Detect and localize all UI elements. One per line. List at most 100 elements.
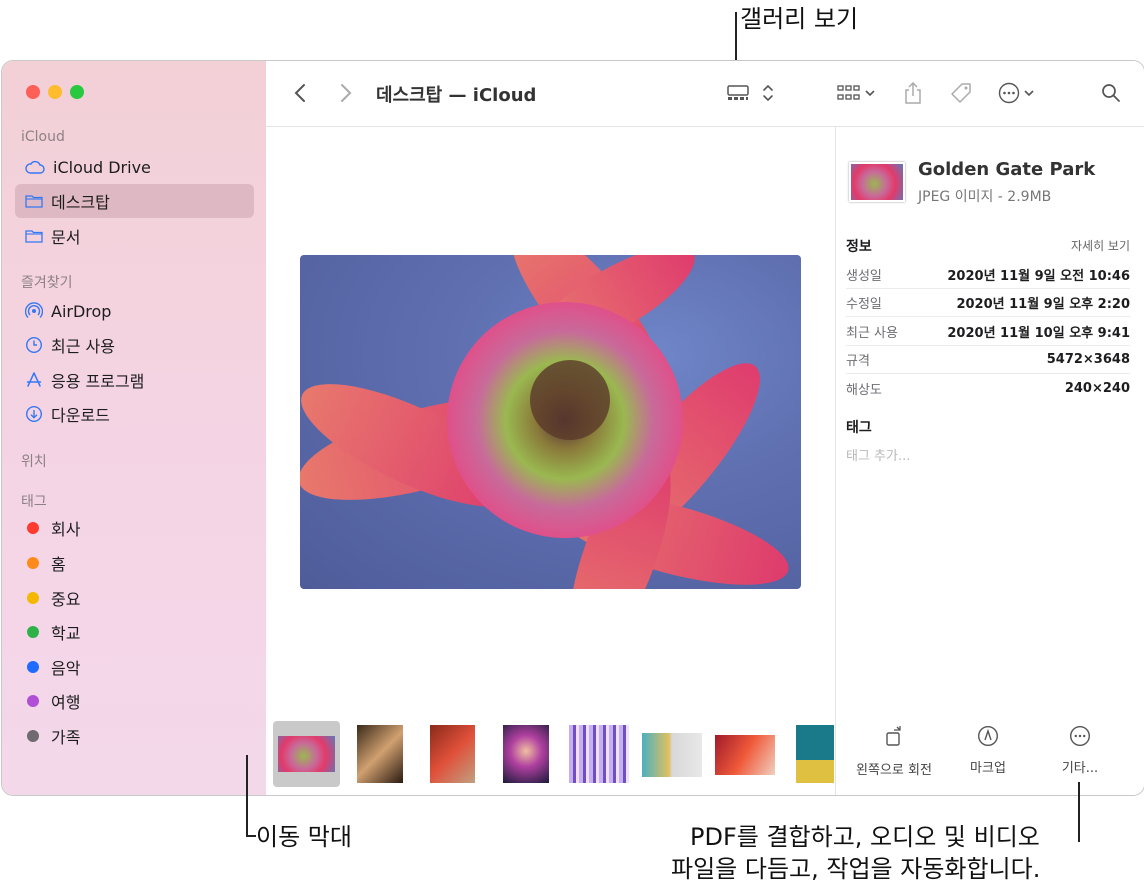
callout-more-line1: PDF를 결합하고, 오디오 및 비디오	[690, 823, 1040, 851]
view-mode-button[interactable]	[724, 79, 776, 107]
info-value: 2020년 11월 10일 오후 9:41	[947, 325, 1130, 341]
traffic-lights	[26, 85, 84, 99]
folder-icon	[25, 195, 43, 208]
sidebar: iCloud iCloud Drive 데스크탑 문서 즐겨찾기 AirDrop…	[2, 61, 266, 795]
chevron-right-icon	[341, 84, 352, 102]
share-button[interactable]	[898, 79, 928, 107]
search-button[interactable]	[1096, 79, 1126, 107]
ellipsis-circle-icon	[1069, 725, 1091, 747]
flower-image	[300, 255, 789, 589]
close-button[interactable]	[26, 85, 40, 99]
info-value: 2020년 11월 9일 오후 2:20	[956, 296, 1130, 312]
info-key: 생성일	[846, 268, 882, 284]
add-tag-field[interactable]: 태그 추가...	[846, 445, 910, 464]
sidebar-tag-music[interactable]: 음악	[15, 650, 254, 684]
info-row-last-opened: 최근 사용 2020년 11월 10일 오후 9:41	[846, 317, 1130, 346]
thumbnail[interactable]	[430, 725, 475, 783]
sidebar-tag-important[interactable]: 중요	[15, 581, 254, 615]
grid-icon	[837, 85, 860, 100]
file-name: Golden Gate Park	[918, 159, 1096, 180]
ellipsis-circle-icon	[998, 82, 1020, 104]
sidebar-heading-favorites: 즐겨찾기	[21, 275, 73, 291]
sidebar-item-airdrop[interactable]: AirDrop	[15, 294, 254, 328]
info-value: 2020년 11월 9일 오전 10:46	[947, 268, 1130, 284]
chevron-down-icon	[865, 90, 875, 97]
preview-image[interactable]	[300, 255, 801, 589]
finder-window: iCloud iCloud Drive 데스크탑 문서 즐겨찾기 AirDrop…	[1, 60, 1144, 796]
info-heading: 정보	[846, 239, 872, 255]
action-menu-button[interactable]	[994, 79, 1038, 107]
tag-color-dot	[27, 626, 39, 638]
info-row-created: 생성일 2020년 11월 9일 오전 10:46	[846, 260, 1130, 289]
thumbnail[interactable]	[569, 725, 629, 783]
gallery-view-icon	[727, 85, 749, 100]
chevron-down-icon	[1024, 90, 1034, 97]
sidebar-item-label: AirDrop	[51, 301, 112, 321]
chevron-updown-icon	[763, 84, 773, 102]
group-button[interactable]	[834, 79, 878, 107]
more-actions-button[interactable]: 기타...	[1025, 725, 1135, 776]
info-key: 해상도	[846, 382, 882, 398]
rotate-left-icon	[886, 726, 901, 746]
callout-gallery-view: 갤러리 보기	[740, 5, 859, 33]
info-row-modified: 수정일 2020년 11월 9일 오후 2:20	[846, 288, 1130, 317]
apps-icon	[26, 372, 42, 387]
tag-button[interactable]	[946, 79, 976, 107]
sidebar-item-label: 다운로드	[51, 406, 110, 425]
sidebar-item-label: 문서	[51, 228, 81, 247]
thumbnail[interactable]	[715, 735, 775, 775]
callout-line-scrubber	[246, 755, 248, 837]
info-key: 규격	[846, 353, 870, 369]
callout-line-more	[1078, 782, 1080, 842]
forward-button[interactable]	[334, 79, 358, 107]
thumbnail[interactable]	[503, 725, 549, 783]
action-label: 기타...	[1061, 761, 1099, 776]
info-row-resolution: 해상도 240×240	[846, 374, 1130, 402]
window-title: 데스크탑 — iCloud	[376, 85, 537, 106]
tag-color-dot	[27, 557, 39, 569]
sidebar-item-recents[interactable]: 최근 사용	[15, 328, 254, 362]
thumbnail[interactable]	[642, 733, 702, 777]
minimize-button[interactable]	[48, 85, 62, 99]
sidebar-item-downloads[interactable]: 다운로드	[15, 397, 254, 431]
sidebar-item-applications[interactable]: 응용 프로그램	[15, 363, 254, 397]
sidebar-heading-tags: 태그	[21, 494, 47, 510]
tag-icon	[951, 83, 971, 103]
tag-color-dot	[27, 730, 39, 742]
thumbnail-image	[278, 736, 335, 772]
show-more-link[interactable]: 자세히 보기	[1071, 237, 1130, 254]
sidebar-item-label: 가족	[51, 728, 81, 747]
info-key: 최근 사용	[846, 325, 898, 341]
thumbnail[interactable]	[357, 725, 403, 783]
toolbar: 데스크탑 — iCloud	[266, 61, 1144, 127]
share-icon	[905, 81, 921, 104]
chevron-left-icon	[294, 84, 305, 102]
sidebar-tag-home[interactable]: 홈	[15, 546, 254, 580]
sidebar-heading-icloud: iCloud	[21, 129, 65, 145]
sidebar-item-label: 응용 프로그램	[51, 372, 145, 391]
airdrop-icon	[25, 302, 43, 318]
info-key: 수정일	[846, 296, 882, 312]
sidebar-item-documents[interactable]: 문서	[15, 219, 254, 253]
tags-heading: 태그	[846, 420, 872, 436]
markup-icon	[977, 725, 999, 747]
sidebar-tag-work[interactable]: 회사	[15, 511, 254, 545]
sidebar-tag-travel[interactable]: 여행	[15, 684, 254, 718]
search-icon	[1102, 84, 1120, 102]
callout-line-scrubber-tick	[246, 835, 256, 837]
back-button[interactable]	[288, 79, 312, 107]
clock-icon	[25, 336, 43, 354]
sidebar-item-label: 홈	[51, 555, 66, 574]
zoom-button[interactable]	[70, 85, 84, 99]
sidebar-tag-school[interactable]: 학교	[15, 615, 254, 649]
sidebar-item-label: 음악	[51, 659, 81, 678]
sidebar-tag-family[interactable]: 가족	[15, 719, 254, 753]
thumbnail[interactable]	[796, 725, 834, 783]
file-thumbnail	[849, 162, 905, 202]
scrubber-bar[interactable]	[266, 715, 834, 791]
sidebar-item-label: 데스크탑	[51, 193, 110, 212]
tag-color-dot	[27, 522, 39, 534]
sidebar-item-desktop[interactable]: 데스크탑	[15, 184, 254, 218]
sidebar-item-icloud-drive[interactable]: iCloud Drive	[15, 150, 254, 184]
thumbnail-selected[interactable]	[273, 721, 340, 787]
